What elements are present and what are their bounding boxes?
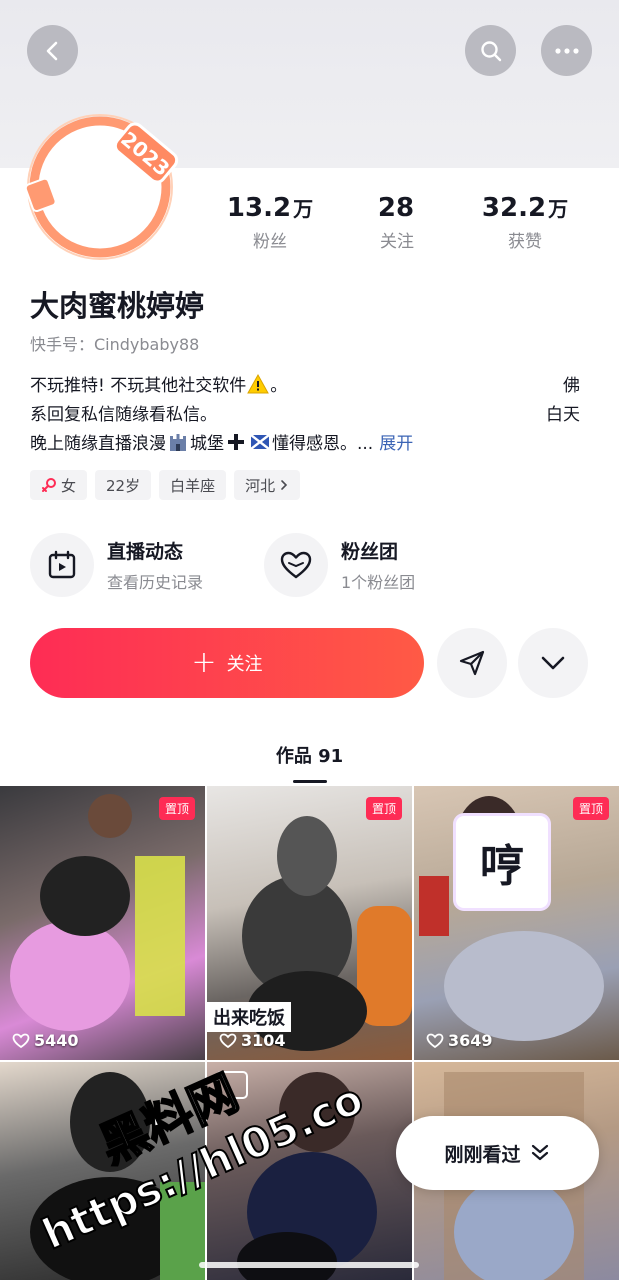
video-thumbnail[interactable]: 哼 置顶 3649 bbox=[414, 786, 619, 1060]
account-id[interactable]: 快手号：Cindybaby88 bbox=[30, 331, 199, 355]
video-likes: 3104 bbox=[219, 1031, 286, 1050]
stat-likes-number: 32.2 bbox=[481, 193, 547, 223]
video-thumbnail[interactable] bbox=[0, 1062, 205, 1280]
tag-gender: 女 bbox=[30, 470, 88, 500]
bio-line-1-end: 。 bbox=[270, 376, 288, 396]
video-likes-count: 3104 bbox=[241, 1031, 286, 1050]
bio-line-1-right: 佛 bbox=[563, 376, 580, 396]
heart-outline-icon bbox=[12, 1033, 30, 1048]
more-dots-icon bbox=[554, 47, 579, 54]
more-button[interactable] bbox=[541, 25, 592, 76]
cross-flag-icon bbox=[250, 434, 270, 450]
heart-outline-icon bbox=[219, 1033, 237, 1048]
calendar-play-icon bbox=[48, 550, 76, 579]
expand-recommend-button[interactable] bbox=[518, 628, 588, 698]
stat-likes[interactable]: 32.2 万 获赞 bbox=[460, 192, 590, 252]
recently-viewed-label: 刚刚看过 bbox=[444, 1143, 521, 1166]
video-sticker: 哼 bbox=[456, 816, 548, 908]
bio-expand-link[interactable]: 展开 bbox=[379, 434, 413, 454]
profile-tags: 女 22岁 白羊座 河北 bbox=[30, 470, 301, 500]
double-chevron-down-icon bbox=[531, 1144, 548, 1161]
fan-club-icon-wrap bbox=[264, 533, 328, 597]
heart-outline-icon bbox=[426, 1033, 444, 1048]
fan-club-subtitle: 1个粉丝团 bbox=[341, 573, 416, 592]
tab-works[interactable]: 作品 91 bbox=[0, 742, 619, 768]
pinned-badge: 置顶 bbox=[158, 797, 195, 820]
chevron-right-icon bbox=[281, 480, 288, 490]
stat-fans[interactable]: 13.2 万 粉丝 bbox=[205, 192, 335, 252]
stat-fans-unit: 万 bbox=[293, 197, 314, 221]
profile-name: 大肉蜜桃婷婷 bbox=[30, 289, 205, 323]
stat-likes-unit: 万 bbox=[548, 197, 569, 221]
search-icon bbox=[480, 40, 501, 61]
live-history-subtitle: 查看历史记录 bbox=[107, 573, 204, 592]
video-likes-count: 3649 bbox=[448, 1031, 493, 1050]
tag-location[interactable]: 河北 bbox=[234, 470, 301, 500]
bio-line-1: 不玩推特! 不玩其他社交软件 bbox=[30, 376, 247, 396]
fan-club-title: 粉丝团 bbox=[341, 541, 399, 563]
home-indicator[interactable] bbox=[199, 1262, 419, 1268]
video-thumbnail[interactable]: 置顶 出来吃饭 3104 bbox=[207, 786, 412, 1060]
pinned-badge: 置顶 bbox=[572, 797, 609, 820]
warning-icon bbox=[247, 373, 270, 394]
video-thumbnail[interactable] bbox=[207, 1062, 412, 1280]
live-history-title: 直播动态 bbox=[107, 541, 184, 563]
avatar[interactable]: 2023 bbox=[18, 105, 188, 265]
follow-button-label: 关注 bbox=[226, 654, 263, 675]
heart-icon bbox=[280, 551, 312, 579]
fan-club-entry[interactable]: 粉丝团 1个粉丝团 bbox=[264, 532, 415, 598]
tag-gender-label: 女 bbox=[61, 476, 77, 495]
follow-button[interactable]: + 关注 bbox=[30, 628, 424, 698]
bio-line-3-part-b: 城堡 bbox=[190, 434, 224, 454]
send-message-button[interactable] bbox=[437, 628, 507, 698]
video-likes: 5440 bbox=[12, 1031, 79, 1050]
plus-icon: + bbox=[191, 645, 217, 680]
profile-bio[interactable]: 不玩推特! 不玩其他社交软件 。 佛 系回复私信随缘看私信。 白天 晚上随缘直播浪… bbox=[30, 372, 580, 459]
live-history-entry[interactable]: 直播动态 查看历史记录 bbox=[30, 532, 203, 598]
video-caption: 出来吃饭 bbox=[207, 1002, 291, 1032]
bio-line-2-right: 白天 bbox=[546, 405, 580, 425]
stat-fans-number: 13.2 bbox=[226, 193, 292, 223]
video-thumbnail[interactable]: 置顶 5440 bbox=[0, 786, 205, 1060]
pinned-badge: 置顶 bbox=[365, 797, 402, 820]
tag-zodiac: 白羊座 bbox=[159, 470, 227, 500]
female-symbol-icon bbox=[42, 478, 56, 492]
plus-sign-icon bbox=[228, 434, 244, 450]
castle-icon bbox=[170, 434, 186, 451]
stat-likes-label: 获赞 bbox=[508, 232, 542, 252]
video-likes: 3649 bbox=[426, 1031, 493, 1050]
chevron-down-icon bbox=[541, 656, 565, 670]
tab-works-underline bbox=[293, 780, 327, 783]
stat-following-number: 28 bbox=[377, 193, 415, 223]
back-button[interactable] bbox=[27, 25, 78, 76]
recently-viewed-button[interactable]: 刚刚看过 bbox=[396, 1116, 599, 1190]
stat-following[interactable]: 28 关注 bbox=[332, 192, 462, 252]
search-button[interactable] bbox=[465, 25, 516, 76]
video-grid: 置顶 5440 置顶 出来吃饭 3104 哼 置顶 3649 bbox=[0, 786, 619, 1280]
live-calendar-icon-wrap bbox=[30, 533, 94, 597]
chevron-left-icon bbox=[46, 41, 57, 60]
profile-stats: 13.2 万 粉丝 28 关注 32.2 万 获赞 bbox=[200, 192, 600, 252]
tag-age: 22岁 bbox=[95, 470, 152, 500]
stat-fans-label: 粉丝 bbox=[253, 232, 287, 252]
tag-location-label: 河北 bbox=[245, 476, 276, 495]
stat-following-label: 关注 bbox=[380, 232, 414, 252]
bio-line-3-part-c: 懂得感恩。... bbox=[272, 434, 374, 454]
paper-plane-icon bbox=[459, 650, 485, 676]
bio-line-2: 系回复私信随缘看私信。 bbox=[30, 405, 217, 425]
video-likes-count: 5440 bbox=[34, 1031, 79, 1050]
bio-line-3-part-a: 晚上随缘直播浪漫 bbox=[30, 434, 166, 454]
